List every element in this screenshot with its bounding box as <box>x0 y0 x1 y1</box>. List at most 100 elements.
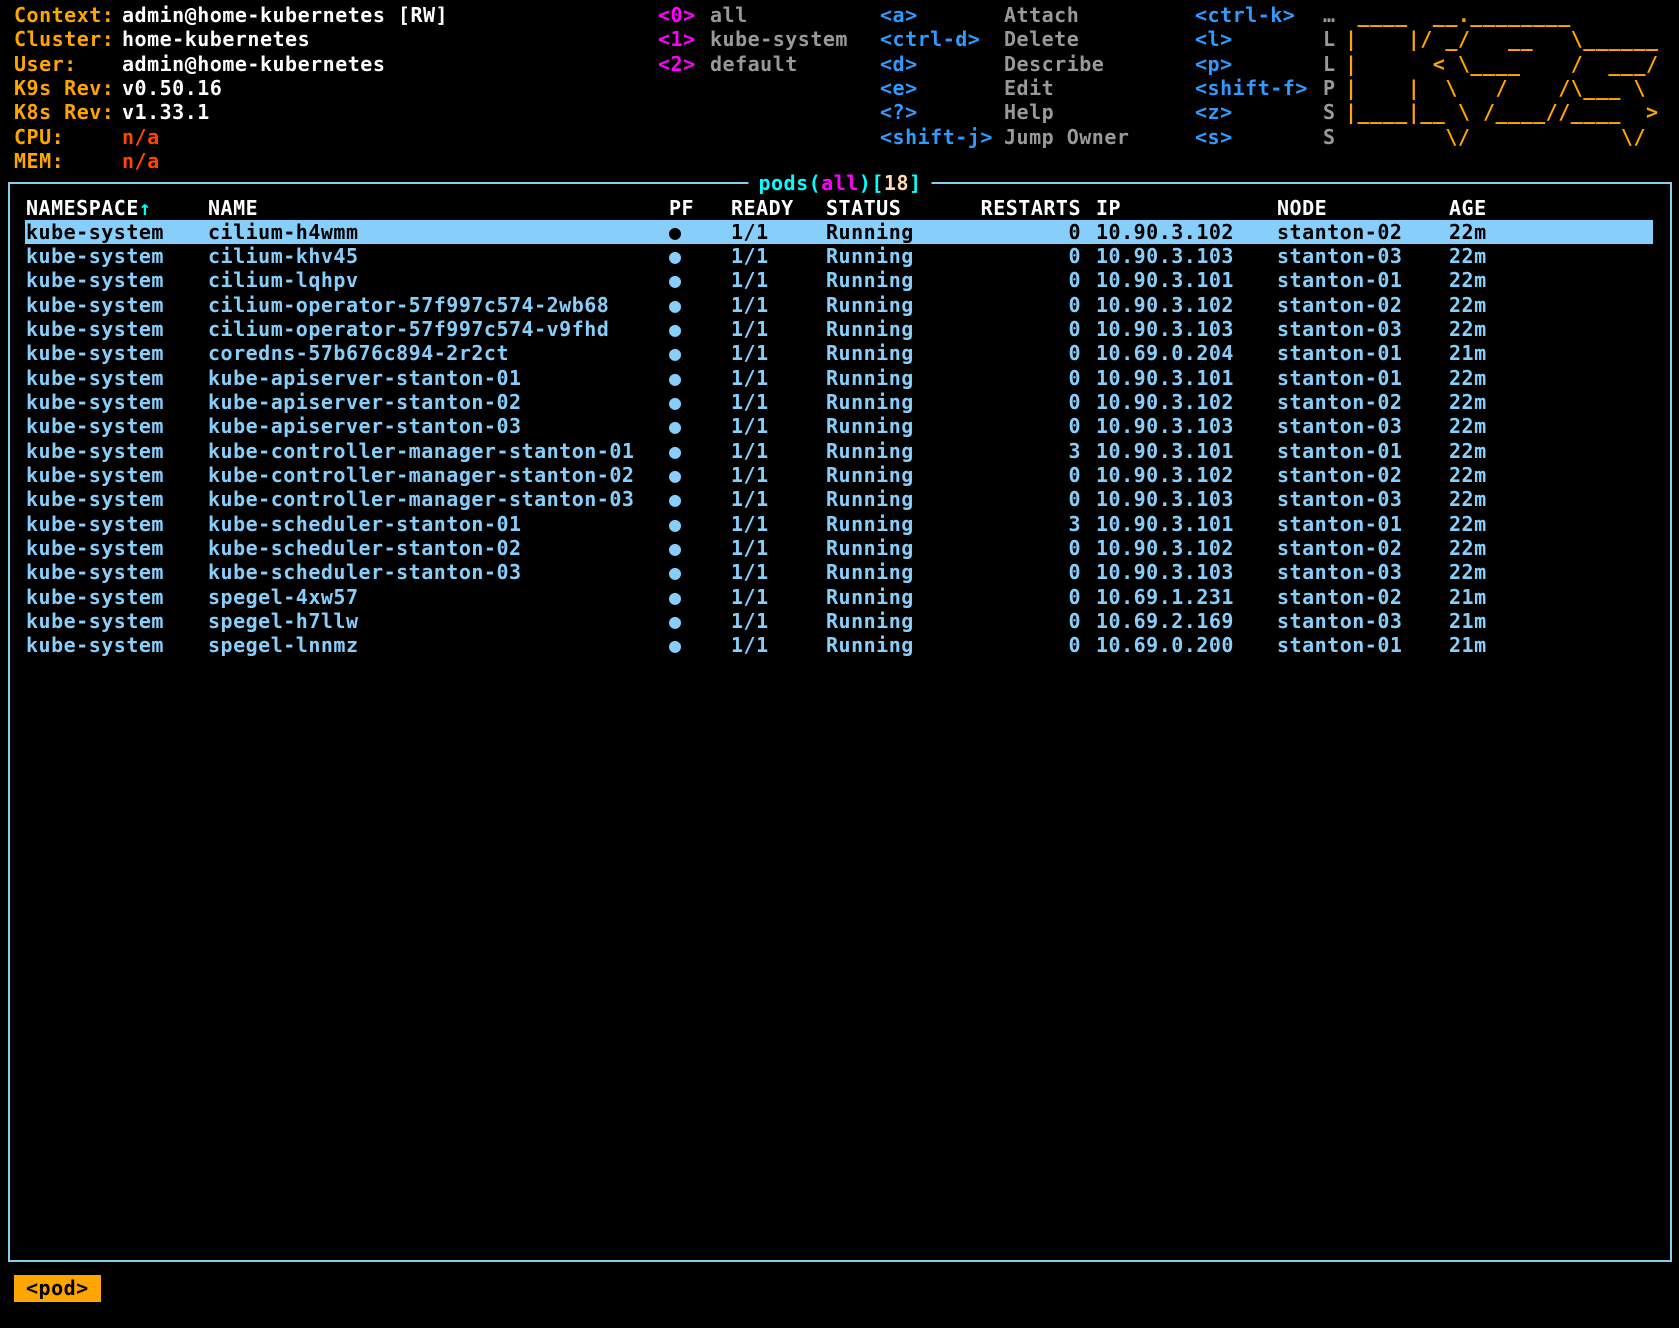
cell-status: Running <box>826 317 948 342</box>
menu-item-e[interactable]: <e>Edit <box>880 76 1129 100</box>
hotkey-label: S <box>1323 125 1336 149</box>
namespace-item-all[interactable]: <0>all <box>658 3 848 27</box>
cell-ready: 1/1 <box>731 487 821 512</box>
cell-ready: 1/1 <box>731 609 821 634</box>
menu-item-z[interactable]: <z>S <box>1195 100 1336 124</box>
menu-item-?[interactable]: <?>Help <box>880 100 1129 124</box>
cell-ip: 10.90.3.103 <box>1096 487 1274 512</box>
cell-restarts: 0 <box>950 487 1081 512</box>
cell-ready: 1/1 <box>731 463 821 488</box>
table-row[interactable]: kube-systemcilium-operator-57f997c574-2w… <box>25 293 1653 317</box>
hotkey: <p> <box>1195 52 1323 76</box>
menu-item-ctrl-k[interactable]: <ctrl-k>… <box>1195 3 1336 27</box>
table-row[interactable]: kube-systemcoredns-57b676c894-2r2ct●1/1R… <box>25 341 1653 365</box>
cell-name: spegel-4xw57 <box>208 585 668 610</box>
menu-item-ctrl-d[interactable]: <ctrl-d>Delete <box>880 27 1129 51</box>
cell-namespace: kube-system <box>26 220 206 245</box>
menu-item-l[interactable]: <l>L <box>1195 27 1336 51</box>
cell-ready: 1/1 <box>731 512 821 537</box>
pf-dot-icon: ● <box>669 536 729 561</box>
table-row[interactable]: kube-systemkube-scheduler-stanton-03●1/1… <box>25 560 1653 584</box>
cell-status: Running <box>826 560 948 585</box>
info-row: Cluster:home-kubernetes <box>14 27 448 51</box>
table-row[interactable]: kube-systemkube-controller-manager-stant… <box>25 439 1653 463</box>
cell-namespace: kube-system <box>26 463 206 488</box>
table-row[interactable]: kube-systemcilium-h4wmm●1/1Running010.90… <box>25 220 1653 244</box>
cell-node: stanton-01 <box>1277 268 1447 293</box>
cell-name: kube-scheduler-stanton-03 <box>208 560 668 585</box>
cell-ip: 10.90.3.102 <box>1096 293 1274 318</box>
info-label: User: <box>14 52 122 76</box>
cell-node: stanton-02 <box>1277 293 1447 318</box>
table-row[interactable]: kube-systemkube-controller-manager-stant… <box>25 463 1653 487</box>
table-row[interactable]: kube-systemspegel-4xw57●1/1Running010.69… <box>25 585 1653 609</box>
cell-ip: 10.69.1.231 <box>1096 585 1274 610</box>
menu-item-d[interactable]: <d>Describe <box>880 52 1129 76</box>
cell-namespace: kube-system <box>26 293 206 318</box>
hotkey: <d> <box>880 52 1004 76</box>
cell-ip: 10.69.0.204 <box>1096 341 1274 366</box>
namespace-item-kube-system[interactable]: <1>kube-system <box>658 27 848 51</box>
info-value: v1.33.1 <box>122 100 210 124</box>
cell-ready: 1/1 <box>731 560 821 585</box>
table-row[interactable]: kube-systemkube-scheduler-stanton-02●1/1… <box>25 536 1653 560</box>
table-row[interactable]: kube-systemcilium-operator-57f997c574-v9… <box>25 317 1653 341</box>
namespace-key: <1> <box>658 27 710 51</box>
cell-node: stanton-01 <box>1277 341 1447 366</box>
hotkey-label: L <box>1323 27 1336 51</box>
cell-node: stanton-02 <box>1277 536 1447 561</box>
table-row[interactable]: kube-systemkube-controller-manager-stant… <box>25 487 1653 511</box>
cell-restarts: 0 <box>950 317 1081 342</box>
cell-node: stanton-02 <box>1277 390 1447 415</box>
table-row[interactable]: kube-systemspegel-lnnmz●1/1Running010.69… <box>25 633 1653 657</box>
cell-ready: 1/1 <box>731 633 821 658</box>
cell-namespace: kube-system <box>26 317 206 342</box>
info-value: admin@home-kubernetes <box>122 52 385 76</box>
menu-item-shift-f[interactable]: <shift-f>P <box>1195 76 1336 100</box>
hotkey-label: Attach <box>1004 3 1079 27</box>
info-row: User:admin@home-kubernetes <box>14 52 448 76</box>
cell-node: stanton-01 <box>1277 512 1447 537</box>
cell-namespace: kube-system <box>26 585 206 610</box>
cell-name: cilium-operator-57f997c574-v9fhd <box>208 317 668 342</box>
cell-ready: 1/1 <box>731 536 821 561</box>
cell-age: 21m <box>1449 609 1549 634</box>
cell-node: stanton-02 <box>1277 220 1447 245</box>
cell-age: 22m <box>1449 220 1549 245</box>
resource-crumb[interactable]: <pod> <box>14 1275 101 1302</box>
table-row[interactable]: kube-systemkube-apiserver-stanton-01●1/1… <box>25 366 1653 390</box>
table-row[interactable]: kube-systemspegel-h7llw●1/1Running010.69… <box>25 609 1653 633</box>
pf-dot-icon: ● <box>669 487 729 512</box>
hotkey-label: S <box>1323 100 1336 124</box>
cell-age: 22m <box>1449 560 1549 585</box>
table-row[interactable]: kube-systemcilium-khv45●1/1Running010.90… <box>25 244 1653 268</box>
menu-item-shift-j[interactable]: <shift-j>Jump Owner <box>880 125 1129 149</box>
menu-item-p[interactable]: <p>L <box>1195 52 1336 76</box>
table-row[interactable]: kube-systemkube-apiserver-stanton-03●1/1… <box>25 414 1653 438</box>
cell-node: stanton-03 <box>1277 609 1447 634</box>
cell-node: stanton-01 <box>1277 633 1447 658</box>
table-row[interactable]: kube-systemkube-apiserver-stanton-02●1/1… <box>25 390 1653 414</box>
menu-item-a[interactable]: <a>Attach <box>880 3 1129 27</box>
hotkey: <shift-f> <box>1195 76 1323 100</box>
cell-name: spegel-h7llw <box>208 609 668 634</box>
table-row[interactable]: kube-systemkube-scheduler-stanton-01●1/1… <box>25 512 1653 536</box>
namespace-item-default[interactable]: <2>default <box>658 52 848 76</box>
pods-table-frame: pods(all)[18] NAMESPACE↑NAMEPFREADYSTATU… <box>8 182 1672 1262</box>
cell-age: 22m <box>1449 439 1549 464</box>
info-value: home-kubernetes <box>122 27 310 51</box>
cell-ready: 1/1 <box>731 585 821 610</box>
hotkey: <e> <box>880 76 1004 100</box>
hotkey-label: Edit <box>1004 76 1054 100</box>
cell-age: 21m <box>1449 341 1549 366</box>
menu-item-s[interactable]: <s>S <box>1195 125 1336 149</box>
info-label: K9s Rev: <box>14 76 122 100</box>
cell-restarts: 0 <box>950 633 1081 658</box>
cell-age: 22m <box>1449 366 1549 391</box>
hotkey-label: Help <box>1004 100 1054 124</box>
table-row[interactable]: kube-systemcilium-lqhpv●1/1Running010.90… <box>25 268 1653 292</box>
cell-restarts: 3 <box>950 439 1081 464</box>
cell-ready: 1/1 <box>731 293 821 318</box>
cell-name: kube-controller-manager-stanton-02 <box>208 463 668 488</box>
cell-namespace: kube-system <box>26 560 206 585</box>
